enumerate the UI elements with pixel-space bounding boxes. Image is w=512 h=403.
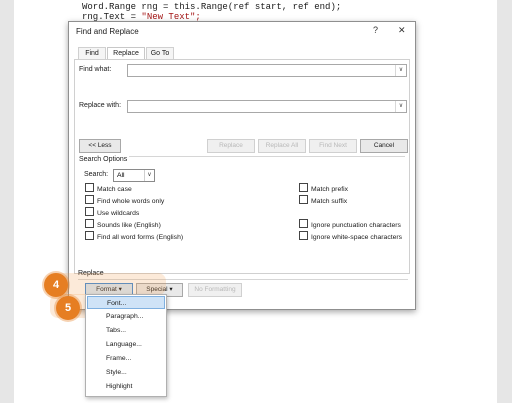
menu-item-language[interactable]: Language... [87,338,165,351]
chevron-down-icon: ∨ [144,170,154,181]
menu-item-font[interactable]: Font... [87,296,165,309]
checkbox-icon [299,231,308,240]
checkbox-icon [85,231,94,240]
search-label: Search: [84,171,109,178]
search-direction-select[interactable]: All ∨ [113,169,155,182]
replace-button[interactable]: Replace [207,139,255,153]
tab-goto[interactable]: Go To [146,47,174,59]
code-line-1: Word.Range rng = this.Range(ref start, r… [82,2,342,12]
checkbox-icon [85,207,94,216]
no-formatting-button[interactable]: No Formatting [188,283,242,297]
replace-with-label: Replace with: [79,102,122,109]
help-button[interactable]: ? [373,25,378,35]
ignore-whitespace-checkbox[interactable]: Ignore white-space characters [299,231,402,241]
checkbox-icon [299,195,308,204]
checkbox-icon [85,195,94,204]
wildcards-checkbox[interactable]: Use wildcards [85,207,139,217]
menu-item-style[interactable]: Style... [87,366,165,379]
match-suffix-checkbox[interactable]: Match suffix [299,195,347,205]
search-options-label: Search Options [79,156,130,163]
step-badge-4: 4 [44,273,68,297]
tab-find[interactable]: Find [78,47,106,59]
find-what-input[interactable]: ∨ [127,64,407,77]
replace-dropdown-icon[interactable]: ∨ [395,101,406,112]
checkbox-icon [85,183,94,192]
format-menu: Font... Paragraph... Tabs... Language...… [85,294,167,397]
cancel-button[interactable]: Cancel [360,139,408,153]
whole-words-checkbox[interactable]: Find whole words only [85,195,164,205]
match-case-checkbox[interactable]: Match case [85,183,132,193]
word-forms-checkbox[interactable]: Find all word forms (English) [85,231,183,241]
checkbox-icon [299,183,308,192]
checkbox-icon [299,219,308,228]
step-badge-5: 5 [56,296,80,320]
menu-item-frame[interactable]: Frame... [87,352,165,365]
close-button[interactable]: ✕ [398,25,406,36]
match-prefix-checkbox[interactable]: Match prefix [299,183,348,193]
menu-item-tabs[interactable]: Tabs... [87,324,165,337]
find-replace-dialog: Find and Replace ? ✕ Find Replace Go To … [68,21,416,310]
replace-all-button[interactable]: Replace All [258,139,306,153]
replace-with-input[interactable]: ∨ [127,100,407,113]
code-snippet: Word.Range rng = this.Range(ref start, r… [82,2,341,22]
find-next-button[interactable]: Find Next [309,139,357,153]
dialog-titlebar: Find and Replace ? ✕ [69,22,415,42]
ignore-punctuation-checkbox[interactable]: Ignore punctuation characters [299,219,401,229]
dialog-title: Find and Replace [76,27,139,36]
checkbox-icon [85,219,94,228]
less-button[interactable]: << Less [79,139,121,153]
menu-item-highlight[interactable]: Highlight [87,380,165,393]
replace-panel: Find what: ∨ Replace with: ∨ << Less Rep… [74,59,410,274]
find-what-label: Find what: [79,66,112,73]
menu-item-paragraph[interactable]: Paragraph... [87,310,165,323]
find-dropdown-icon[interactable]: ∨ [395,65,406,76]
sounds-like-checkbox[interactable]: Sounds like (English) [85,219,161,229]
